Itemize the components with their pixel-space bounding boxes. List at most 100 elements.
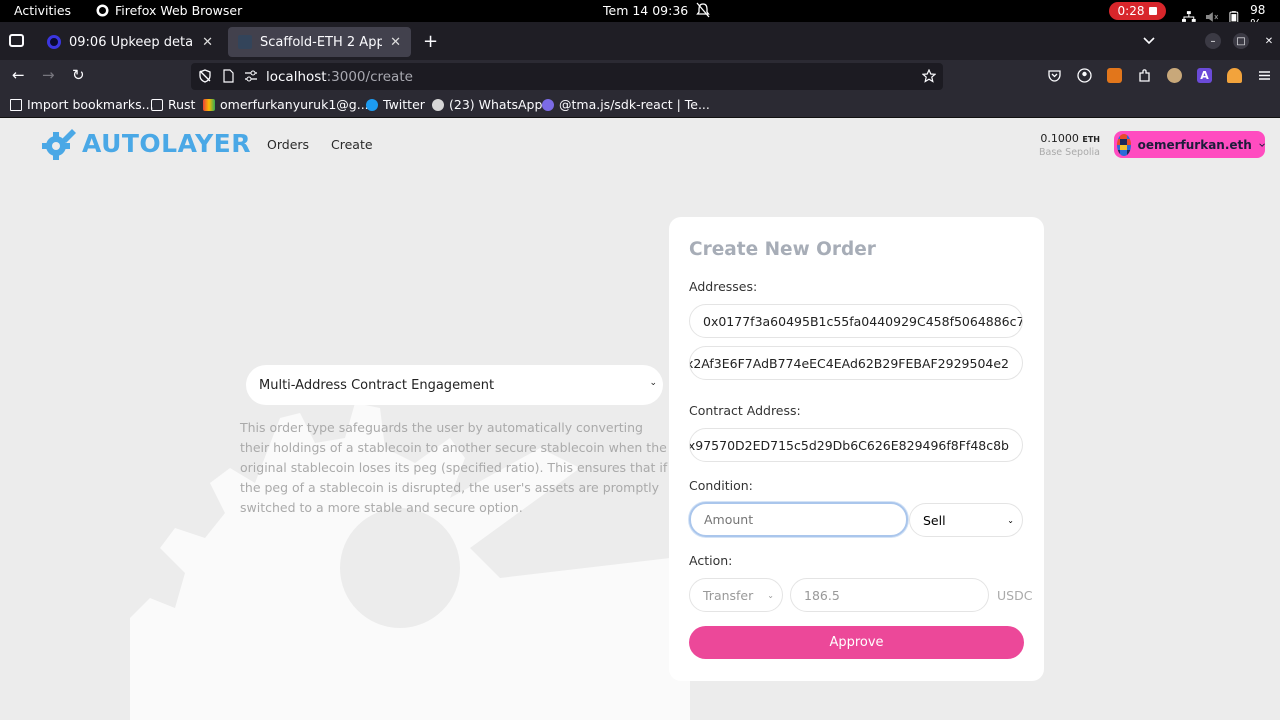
url-host: localhost xyxy=(266,69,327,85)
forward-button[interactable]: → xyxy=(42,66,55,84)
balance-amount: 0.1000 xyxy=(1040,132,1079,145)
form-title: Create New Order xyxy=(689,239,876,260)
account-icon[interactable] xyxy=(1077,68,1092,83)
address-input-1[interactable]: 0x0177f3a60495B1c55fa0440929C458f5064886… xyxy=(689,304,1023,338)
bookmark-twitter[interactable]: Twitter xyxy=(366,97,425,112)
order-type-value: Multi-Address Contract Engagement xyxy=(259,377,495,393)
activities-button[interactable]: Activities xyxy=(14,3,71,18)
address-input-2[interactable]: 0x2Af3E6F7AdB774eEC4EAd62B29FEBAF2929504… xyxy=(689,346,1023,380)
autolayer-logo[interactable]: AUTOLAYER xyxy=(40,126,251,160)
stop-icon xyxy=(1149,7,1158,15)
balance-unit: ETH xyxy=(1082,135,1100,144)
import-icon xyxy=(10,98,22,111)
condition-label: Condition: xyxy=(689,478,753,493)
nav-create-link[interactable]: Create xyxy=(331,137,373,152)
maximize-button[interactable]: □ xyxy=(1233,33,1249,49)
bookmark-whatsapp[interactable]: (23) WhatsApp xyxy=(432,97,542,112)
pocket-icon[interactable] xyxy=(1047,68,1062,83)
account-button[interactable]: oemerfurkan.eth xyxy=(1114,131,1265,158)
action-unit: USDC xyxy=(997,588,1033,603)
bookmark-gmail[interactable]: omerfurkanyuruk1@g... xyxy=(203,97,369,112)
folder-icon xyxy=(151,98,163,111)
create-order-card: Create New Order Addresses: 0x0177f3a604… xyxy=(669,217,1044,681)
action-select-value: Transfer xyxy=(703,587,754,603)
url-text: localhost:3000/create xyxy=(266,69,413,85)
tab-scaffold-eth[interactable]: Scaffold-ETH 2 App ✕ xyxy=(228,27,411,57)
network-name: Base Sepolia xyxy=(1039,147,1100,158)
order-type-select[interactable]: Multi-Address Contract Engagement ⌄ xyxy=(246,365,663,405)
action-select[interactable]: Transfer ⌄ xyxy=(689,578,783,612)
bookmark-label: Rust xyxy=(168,97,196,112)
reload-button[interactable]: ↻ xyxy=(72,66,85,84)
action-amount-input[interactable]: 186.5 xyxy=(790,578,989,612)
bookmark-label: @tma.js/sdk-react | Te... xyxy=(559,97,710,112)
list-all-tabs-icon[interactable] xyxy=(1143,37,1155,45)
recording-time: 0:28 xyxy=(1117,4,1145,18)
order-type-description: This order type safeguards the user by a… xyxy=(240,420,668,515)
clock[interactable]: Tem 14 09:36 xyxy=(603,3,688,18)
minimize-button[interactable]: – xyxy=(1205,33,1221,49)
bookmark-label: Import bookmarks... xyxy=(27,97,154,112)
app-name: Firefox Web Browser xyxy=(115,3,243,18)
url-bar[interactable]: localhost:3000/create xyxy=(191,63,943,90)
action-label: Action: xyxy=(689,553,733,568)
condition-select[interactable]: Sell ⌄ xyxy=(909,503,1023,537)
tab-title: 09:06 Upkeep details | Ch xyxy=(69,34,194,50)
new-tab-button[interactable]: + xyxy=(423,31,438,52)
chevron-down-icon xyxy=(1259,142,1265,147)
bookmark-rust-folder[interactable]: Rust xyxy=(151,97,195,112)
back-button[interactable]: ← xyxy=(12,66,25,84)
firefox-icon xyxy=(96,4,109,17)
system-top-bar: Activities Firefox Web Browser Tem 14 09… xyxy=(0,0,1280,31)
extension-avatar-icon[interactable] xyxy=(1167,68,1182,83)
amount-input[interactable] xyxy=(689,502,908,537)
tma-icon xyxy=(542,98,554,111)
bookmark-star-icon[interactable] xyxy=(922,69,936,83)
bookmark-label: omerfurkanyuruk1@g... xyxy=(220,97,369,112)
tab-upkeep-details[interactable]: 09:06 Upkeep details | Ch ✕ xyxy=(37,27,223,57)
gmail-icon xyxy=(203,98,215,111)
contract-address-value: 0x97570D2ED715c5d29Db6C626E829496f8Ff48c… xyxy=(689,437,1009,453)
site-permissions-icon[interactable] xyxy=(244,69,258,83)
tab-title: Scaffold-ETH 2 App xyxy=(260,34,383,50)
account-name: oemerfurkan.eth xyxy=(1137,137,1252,152)
contract-address-label: Contract Address: xyxy=(689,403,801,418)
logo-text: AUTOLAYER xyxy=(82,128,252,158)
bookmarks-toolbar: Import bookmarks... Rust omerfurkanyuruk… xyxy=(0,92,1280,118)
wallet-balance: 0.1000 ETH Base Sepolia xyxy=(1038,132,1100,158)
close-window-button[interactable]: ✕ xyxy=(1261,33,1277,49)
screen-recording-indicator[interactable]: 0:28 xyxy=(1109,2,1166,20)
contract-address-input[interactable]: 0x97570D2ED715c5d29Db6C626E829496f8Ff48c… xyxy=(689,428,1023,462)
approve-button[interactable]: Approve xyxy=(689,626,1024,659)
logo-gear-icon xyxy=(42,129,76,160)
action-amount-value: 186.5 xyxy=(804,587,840,603)
chevron-down-icon: ⌄ xyxy=(649,378,657,388)
addresses-label: Addresses: xyxy=(689,279,758,294)
metamask-icon[interactable] xyxy=(1107,68,1122,83)
bookmark-import[interactable]: Import bookmarks... xyxy=(10,97,154,112)
firefox-view-button[interactable] xyxy=(9,34,24,47)
avatar xyxy=(1117,133,1131,156)
twitter-icon xyxy=(366,98,378,111)
app-menu[interactable]: Firefox Web Browser xyxy=(96,3,242,18)
navigation-toolbar: ← → ↻ localhost:3000/create A xyxy=(0,60,1280,92)
address-value: 0x0177f3a60495B1c55fa0440929C458f5064886… xyxy=(703,313,1023,329)
notifications-muted-icon xyxy=(696,2,710,18)
bookmark-tma[interactable]: @tma.js/sdk-react | Te... xyxy=(542,97,710,112)
whatsapp-icon xyxy=(432,98,444,111)
page-icon xyxy=(223,69,234,83)
tracking-protection-icon[interactable] xyxy=(198,69,212,83)
url-path: :3000/create xyxy=(326,69,413,85)
extension-a-icon[interactable]: A xyxy=(1197,68,1212,83)
chainlink-icon xyxy=(47,35,61,49)
bookmark-label: Twitter xyxy=(383,97,425,112)
condition-select-value: Sell xyxy=(923,512,946,528)
extensions-icon[interactable] xyxy=(1137,68,1152,83)
close-tab-icon[interactable]: ✕ xyxy=(202,35,213,50)
menu-icon[interactable] xyxy=(1257,68,1272,83)
close-tab-icon[interactable]: ✕ xyxy=(390,35,401,50)
nav-orders-link[interactable]: Orders xyxy=(267,137,309,152)
extension-house-icon[interactable] xyxy=(1227,68,1242,83)
bookmark-label: (23) WhatsApp xyxy=(449,97,543,112)
address-value: 0x2Af3E6F7AdB774eEC4EAd62B29FEBAF2929504… xyxy=(689,355,1009,371)
